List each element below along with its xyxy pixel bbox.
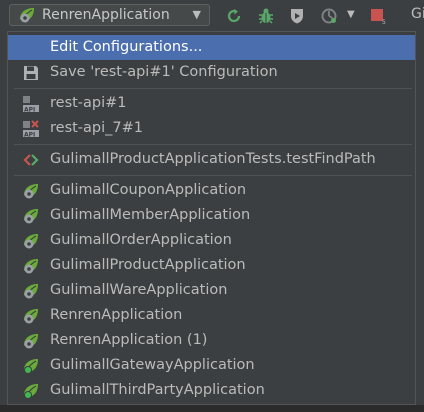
edit-configurations-item[interactable]: Edit Configurations... [8, 35, 415, 60]
app-config-label: GulimallCouponApplication [50, 182, 247, 198]
spring-boot-icon [22, 282, 40, 300]
save-icon [22, 64, 40, 82]
app-config-label: RenrenApplication [50, 307, 183, 323]
app-config-item[interactable]: GulimallProductApplication [8, 253, 415, 278]
spring-boot-icon [22, 332, 40, 350]
api-config-label: rest-api_7#1 [50, 120, 144, 136]
app-config-item[interactable]: GulimallGatewayApplication [8, 353, 415, 378]
menu-separator [14, 175, 412, 176]
junit-test-icon [22, 151, 40, 169]
test-config-label: GulimallProductApplicationTests.testFind… [50, 151, 376, 167]
spring-boot-running-icon [22, 382, 40, 400]
app-config-label: GulimallMemberApplication [50, 207, 251, 223]
svg-text:API: API [24, 131, 35, 138]
test-config-item[interactable]: GulimallProductApplicationTests.testFind… [8, 147, 415, 172]
spring-boot-running-icon [22, 357, 40, 375]
app-config-label: RenrenApplication (1) [50, 332, 208, 348]
app-config-item[interactable]: GulimallMemberApplication [8, 203, 415, 228]
run-configuration-label: RenrenApplication [42, 7, 170, 23]
run-toolbar: RenrenApplication ▼ ▼ 5 Gi [0, 0, 424, 32]
api-icon: API [22, 95, 40, 113]
app-config-item[interactable]: RenrenApplication [8, 303, 415, 328]
app-config-label: GulimallGatewayApplication [50, 357, 255, 373]
app-config-label: GulimallOrderApplication [50, 232, 232, 248]
menu-separator [14, 144, 412, 145]
app-config-label: GulimallProductApplication [50, 257, 246, 273]
svg-text:5: 5 [382, 19, 386, 25]
rerun-icon[interactable] [225, 7, 243, 25]
api-config-item[interactable]: API rest-api#1 [8, 91, 415, 116]
spring-boot-icon [22, 257, 40, 275]
spring-boot-icon [22, 232, 40, 250]
svg-text:API: API [24, 106, 35, 113]
save-configuration-label: Save 'rest-api#1' Configuration [50, 64, 278, 80]
chevron-down-icon[interactable]: ▼ [347, 9, 355, 20]
run-with-coverage-icon[interactable] [288, 7, 306, 25]
chevron-down-icon: ▼ [192, 8, 201, 21]
app-config-label: GulimallThirdPartyApplication [50, 382, 265, 398]
save-configuration-item[interactable]: Save 'rest-api#1' Configuration [8, 60, 415, 85]
app-config-label: GulimallWareApplication [50, 282, 228, 298]
editor-background [0, 405, 424, 412]
api-error-icon: API [22, 120, 40, 138]
spring-boot-icon [22, 307, 40, 325]
app-config-item[interactable]: GulimallWareApplication [8, 278, 415, 303]
run-configurations-dropdown: Edit Configurations... Save 'rest-api#1'… [7, 31, 416, 405]
app-config-item[interactable]: RenrenApplication (1) [8, 328, 415, 353]
spring-boot-icon [22, 182, 40, 200]
app-config-item[interactable]: GulimallThirdPartyApplication [8, 378, 415, 403]
api-config-label: rest-api#1 [50, 95, 127, 111]
toolbar-trailing-text: Gi [411, 6, 424, 22]
debug-icon[interactable] [257, 7, 275, 25]
app-config-item[interactable]: GulimallOrderApplication [8, 228, 415, 253]
spring-boot-icon [22, 207, 40, 225]
menu-separator [14, 88, 412, 89]
app-config-item[interactable]: GulimallCouponApplication [8, 178, 415, 203]
stop-icon[interactable]: 5 [369, 7, 387, 25]
run-configuration-selector[interactable]: RenrenApplication ▼ [9, 4, 210, 26]
edit-configurations-label: Edit Configurations... [50, 39, 203, 55]
profile-icon[interactable] [320, 7, 338, 25]
api-config-item[interactable]: API rest-api_7#1 [8, 116, 415, 141]
spring-boot-icon [18, 6, 36, 24]
